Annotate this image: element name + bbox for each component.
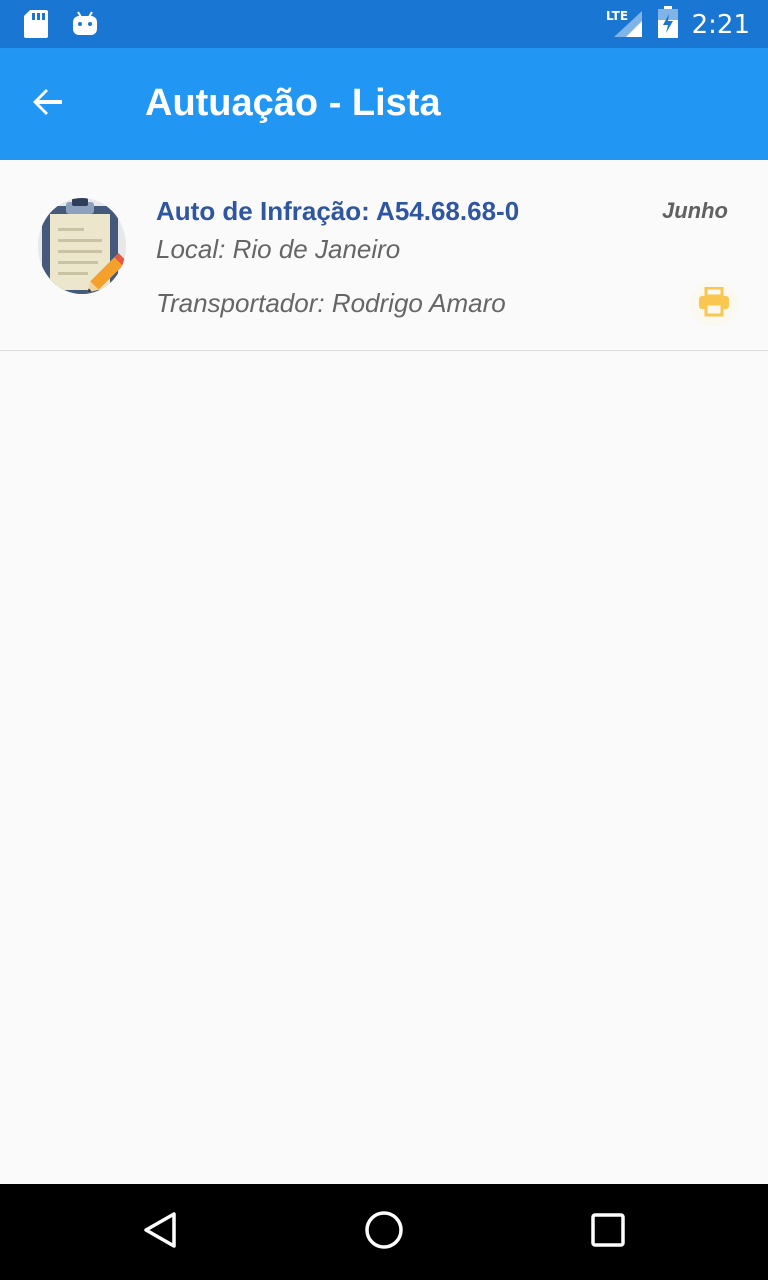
back-triangle-icon	[140, 1210, 180, 1255]
lte-signal-icon: LTE	[606, 7, 644, 42]
arrow-left-icon	[30, 84, 66, 125]
status-bar-right: LTE 2:21	[606, 6, 750, 43]
print-button[interactable]	[690, 282, 738, 326]
status-bar-left	[24, 10, 98, 43]
recents-square-icon	[589, 1211, 627, 1254]
list-item[interactable]: Auto de Infração: A54.68.68-0 Junho Loca…	[0, 160, 768, 351]
page-title: Autuação - Lista	[145, 82, 441, 124]
battery-icon	[657, 6, 678, 43]
back-button[interactable]	[20, 76, 76, 132]
infraction-title: Auto de Infração: A54.68.68-0	[156, 196, 520, 226]
sd-card-icon	[24, 10, 48, 43]
nav-recents-button[interactable]	[584, 1208, 632, 1256]
navigation-bar	[0, 1184, 768, 1280]
network-label: LTE	[606, 9, 628, 23]
status-bar: LTE 2:21	[0, 0, 768, 48]
nav-home-button[interactable]	[360, 1208, 408, 1256]
clipboard-pencil-icon	[38, 198, 130, 294]
infraction-transportador: Transportador: Rodrigo Amaro	[156, 288, 506, 318]
android-icon	[72, 10, 98, 43]
nav-back-button[interactable]	[136, 1208, 184, 1256]
main-content: Auto de Infração: A54.68.68-0 Junho Loca…	[0, 160, 768, 1184]
app-bar: Autuação - Lista	[0, 48, 768, 160]
status-time: 2:21	[691, 9, 750, 40]
infraction-local: Local: Rio de Janeiro	[156, 234, 401, 264]
infraction-date: Junho	[662, 198, 728, 223]
home-circle-icon	[363, 1209, 405, 1256]
printer-icon	[698, 286, 730, 322]
